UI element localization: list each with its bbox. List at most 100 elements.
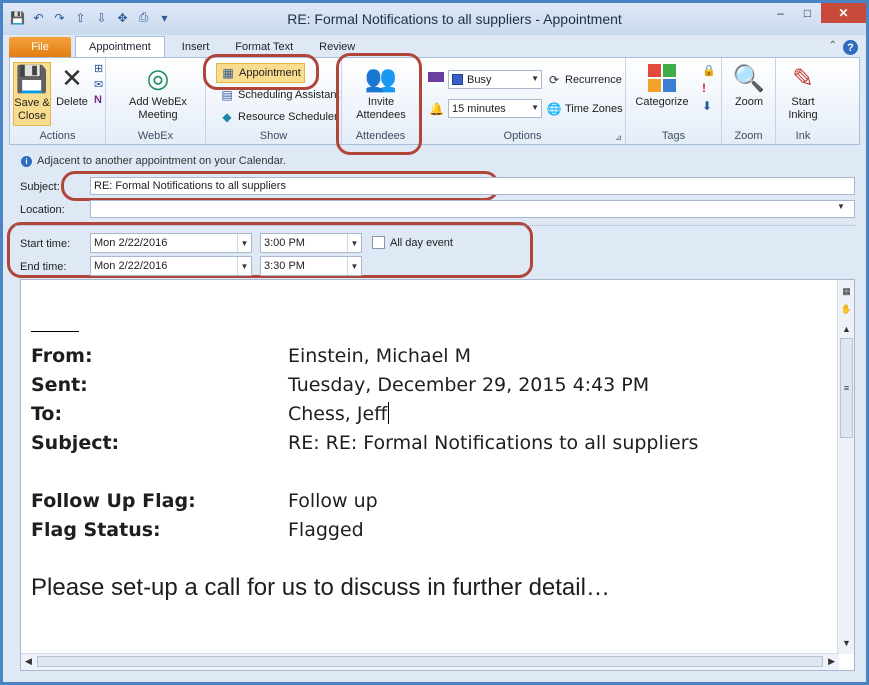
appointment-window: 💾 ↶ ↷ ⇧ ⇩ ✥ ⎙ ▾ RE: Formal Notifications… bbox=[0, 0, 869, 685]
start-time-select[interactable]: 3:00 PM ▼ bbox=[260, 233, 362, 253]
scroll-right-icon[interactable]: ▶ bbox=[828, 656, 835, 667]
location-label: Location: bbox=[20, 204, 65, 216]
header-follow-up-flag: Follow Up Flag: Follow up bbox=[31, 490, 378, 512]
message-document[interactable]: From: Einstein, Michael M Sent: Tuesday,… bbox=[31, 280, 836, 650]
group-show: ▦ Appointment ▤ Scheduling Assistant ◆ R… bbox=[206, 58, 342, 144]
scroll-down-icon[interactable]: ▼ bbox=[840, 636, 853, 650]
webex-icon: ◎ bbox=[146, 62, 170, 93]
location-field[interactable] bbox=[90, 200, 855, 218]
low-importance-icon[interactable]: ⬇ bbox=[702, 99, 716, 113]
magnifier-icon: 🔍 bbox=[732, 62, 766, 93]
meeting-notes-icon[interactable]: ✉ bbox=[94, 78, 103, 91]
group-ink: ✎ Start Inking Ink bbox=[776, 58, 830, 144]
header-subject: Subject: RE: RE: Formal Notifications to… bbox=[31, 432, 699, 454]
scroll-up-icon[interactable]: ▲ bbox=[840, 322, 853, 336]
save-close-icon: 💾 bbox=[15, 63, 49, 94]
subject-label: Subject: bbox=[20, 181, 60, 193]
end-time-label: End time: bbox=[20, 261, 67, 273]
tab-insert[interactable]: Insert bbox=[169, 37, 223, 57]
group-tags: Categorize 🔒 ! ⬇ Tags bbox=[626, 58, 722, 144]
calendar-icon: ▦ bbox=[222, 66, 234, 80]
private-lock-icon[interactable]: 🔒 bbox=[702, 64, 716, 77]
chevron-down-icon: ▼ bbox=[531, 74, 539, 83]
chevron-down-icon: ▼ bbox=[347, 234, 361, 252]
info-icon: i bbox=[21, 155, 32, 167]
busy-color-icon bbox=[452, 74, 463, 85]
separator-rule bbox=[31, 331, 79, 332]
all-day-checkbox[interactable] bbox=[372, 236, 385, 249]
collapse-ribbon-icon[interactable]: ⌃ bbox=[829, 40, 837, 55]
header-flag-status: Flag Status: Flagged bbox=[31, 519, 364, 541]
scheduling-icon: ▤ bbox=[221, 88, 233, 102]
ruler-icon[interactable]: ▦ bbox=[840, 284, 853, 298]
globe-icon: 🌐 bbox=[546, 102, 562, 116]
title-bar: 💾 ↶ ↷ ⇧ ⇩ ✥ ⎙ ▾ RE: Formal Notifications… bbox=[3, 3, 866, 35]
start-inking-button[interactable]: ✎ Start Inking bbox=[778, 62, 828, 122]
location-dropdown-icon[interactable]: ▼ bbox=[837, 202, 845, 211]
categorize-icon bbox=[646, 62, 678, 94]
ribbon-tabs: File Appointment Insert Format Text Revi… bbox=[3, 35, 866, 57]
save-close-button[interactable]: 💾 Save & Close bbox=[13, 62, 51, 126]
delete-icon: ✕ bbox=[61, 62, 83, 93]
appointment-view-button[interactable]: ▦ Appointment bbox=[216, 63, 305, 83]
maximize-button[interactable]: □ bbox=[794, 3, 821, 23]
all-day-label: All day event bbox=[390, 237, 453, 249]
add-webex-meeting-button[interactable]: ◎ Add WebEx Meeting bbox=[116, 62, 200, 122]
ribbon: 💾 Save & Close ✕ Delete ⊞ ✉ N Actions ◎ … bbox=[9, 57, 860, 145]
close-button[interactable]: ✕ bbox=[821, 3, 866, 23]
group-webex: ◎ Add WebEx Meeting WebEx bbox=[106, 58, 206, 144]
window-title: RE: Formal Notifications to all supplier… bbox=[287, 11, 622, 27]
tab-file[interactable]: File bbox=[9, 37, 71, 57]
header-to: To: Chess, Jeff bbox=[31, 402, 390, 425]
scroll-thumb[interactable]: ≡ bbox=[840, 338, 853, 438]
show-as-select[interactable]: Busy ▼ bbox=[448, 70, 542, 89]
forward-icon[interactable]: ⊞ bbox=[94, 62, 103, 75]
info-bar: i Adjacent to another appointment on you… bbox=[21, 155, 286, 167]
pen-icon: ✎ bbox=[792, 62, 814, 93]
scheduling-assistant-button[interactable]: ▤ Scheduling Assistant bbox=[219, 85, 339, 105]
invite-attendees-icon: 👥 bbox=[364, 62, 398, 93]
tab-format-text[interactable]: Format Text bbox=[222, 37, 306, 57]
tab-appointment[interactable]: Appointment bbox=[75, 36, 165, 57]
categorize-button[interactable]: Categorize bbox=[632, 62, 692, 109]
end-time-select[interactable]: 3:30 PM ▼ bbox=[260, 256, 362, 276]
time-zones-button[interactable]: 🌐 Time Zones bbox=[546, 99, 623, 119]
header-sent: Sent: Tuesday, December 29, 2015 4:43 PM bbox=[31, 374, 650, 396]
vertical-scrollbar[interactable]: ▦ ✋ ▲ ≡ ▼ bbox=[837, 280, 854, 654]
group-zoom: 🔍 Zoom Zoom bbox=[722, 58, 776, 144]
high-importance-icon[interactable]: ! bbox=[702, 81, 716, 95]
resource-icon: ◆ bbox=[222, 110, 232, 124]
zoom-button[interactable]: 🔍 Zoom bbox=[726, 62, 772, 109]
end-date-picker[interactable]: Mon 2/22/2016 ▼ bbox=[90, 256, 252, 276]
reminder-select[interactable]: 15 minutes ▼ bbox=[448, 99, 542, 118]
dialog-launcher-icon[interactable]: ⊿ bbox=[615, 133, 622, 142]
chevron-down-icon: ▼ bbox=[531, 103, 539, 112]
delete-button[interactable]: ✕ Delete bbox=[54, 62, 90, 109]
h-scroll-thumb[interactable] bbox=[37, 656, 823, 667]
message-body[interactable]: From: Einstein, Michael M Sent: Tuesday,… bbox=[20, 279, 855, 671]
window-controls: – □ ✕ bbox=[767, 3, 866, 23]
group-options: Busy ▼ 🔔 15 minutes ▼ ⟳ Recurrence 🌐 Tim… bbox=[420, 58, 626, 144]
group-attendees: 👥 Invite Attendees Attendees bbox=[342, 58, 420, 144]
horizontal-scrollbar[interactable]: ◀ ▶ bbox=[21, 653, 839, 670]
chevron-down-icon: ▼ bbox=[237, 234, 251, 252]
tab-review[interactable]: Review bbox=[306, 37, 368, 57]
hand-icon[interactable]: ✋ bbox=[840, 302, 853, 316]
invite-attendees-button[interactable]: 👥 Invite Attendees bbox=[348, 62, 414, 122]
message-text: Please set-up a call for us to discuss i… bbox=[31, 574, 610, 601]
minimize-button[interactable]: – bbox=[767, 3, 794, 23]
scroll-left-icon[interactable]: ◀ bbox=[25, 656, 32, 667]
start-time-label: Start time: bbox=[20, 238, 71, 250]
resource-scheduler-button[interactable]: ◆ Resource Scheduler bbox=[219, 107, 337, 127]
recurrence-icon: ⟳ bbox=[548, 73, 560, 87]
recurrence-button[interactable]: ⟳ Recurrence bbox=[546, 70, 622, 90]
divider bbox=[15, 225, 855, 226]
text-cursor bbox=[388, 402, 390, 424]
help-icon[interactable]: ? bbox=[843, 40, 858, 55]
chevron-down-icon: ▼ bbox=[237, 257, 251, 275]
onenote-icon[interactable]: N bbox=[94, 94, 103, 106]
group-actions: 💾 Save & Close ✕ Delete ⊞ ✉ N Actions bbox=[10, 58, 106, 144]
show-as-icon bbox=[428, 72, 444, 82]
start-date-picker[interactable]: Mon 2/22/2016 ▼ bbox=[90, 233, 252, 253]
subject-field[interactable]: RE: Formal Notifications to all supplier… bbox=[90, 177, 855, 195]
